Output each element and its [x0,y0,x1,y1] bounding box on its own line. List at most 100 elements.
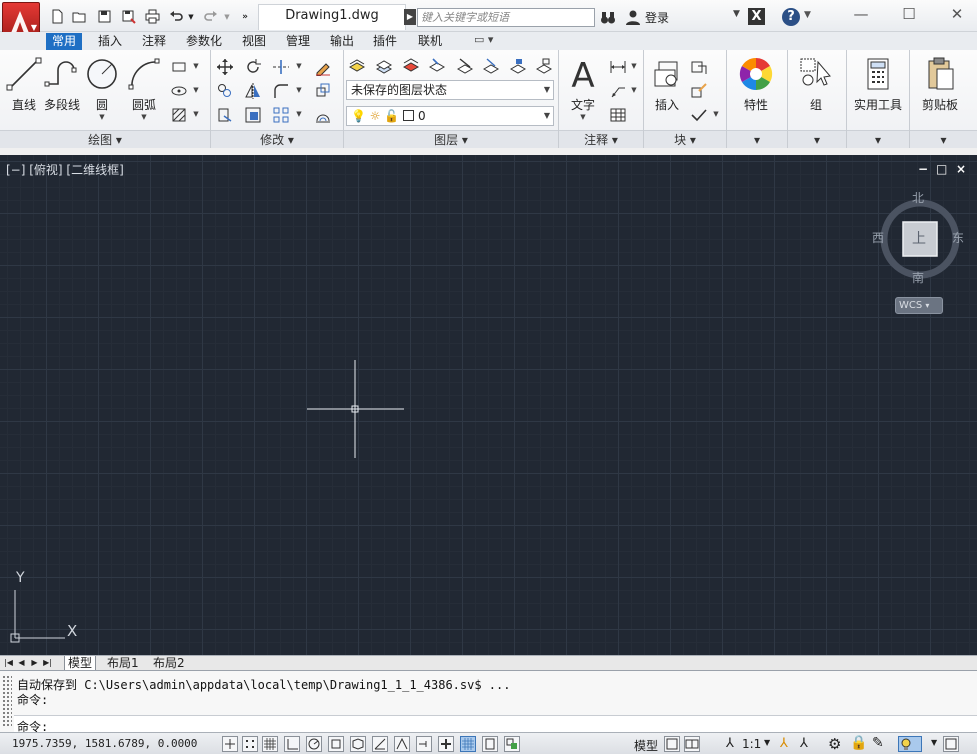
model-space-button[interactable]: 模型 [634,737,658,754]
leader-dropdown[interactable]: ▼ [630,80,638,100]
first-tab-button[interactable]: |◀ [3,657,14,669]
tab-output[interactable]: 输出 [324,33,360,50]
ellipse-dropdown[interactable]: ▼ [192,80,200,100]
save-as-button[interactable] [119,8,137,25]
coordinate-readout[interactable]: 1975.7359, 1581.6789, 0.0000 [12,737,197,750]
annotation-panel-title[interactable]: 注释 ▾ [559,130,643,148]
viewport-close-button[interactable]: × [956,162,966,176]
scale-button[interactable] [242,104,264,124]
search-expand-button[interactable]: ▶ [404,9,416,25]
compass-north-label[interactable]: 北 [912,189,924,206]
rectangle-button[interactable] [168,56,190,76]
properties-button[interactable]: 特性 [732,54,780,126]
explode-button[interactable] [312,80,334,100]
dimension-button[interactable] [607,56,629,76]
compass-west-label[interactable]: 西 [872,229,884,246]
rotate-button[interactable] [242,56,264,76]
exchange-apps-icon[interactable]: X [748,8,765,25]
save-button[interactable] [95,8,113,25]
fillet-dropdown[interactable]: ▼ [295,80,303,100]
open-file-button[interactable] [70,8,88,25]
tab-layout1[interactable]: 布局1 [104,656,142,671]
text-button[interactable]: A 文字 ▼ [561,54,605,126]
move-button[interactable] [214,56,236,76]
table-button[interactable] [607,104,629,124]
edit-block-button[interactable] [688,80,710,100]
clean-screen-button[interactable] [943,736,959,752]
group-button[interactable]: 组 [794,54,838,126]
grid-display-toggle[interactable] [262,736,278,752]
close-window-button[interactable]: ✕ [942,4,972,24]
3d-object-snap-toggle[interactable] [350,736,366,752]
boundary-button[interactable] [168,104,190,124]
clipboard-button[interactable]: 剪贴板 [916,54,964,126]
hatch-dropdown[interactable]: ▼ [192,104,200,124]
chevron-down-icon[interactable]: ▼ [931,738,937,747]
annotation-scale-select[interactable]: 1:1 [742,737,761,751]
circle-button[interactable]: 圆 ▼ [80,54,124,126]
tab-model[interactable]: 模型 [64,656,97,671]
quick-view-layouts-button[interactable] [664,736,680,752]
tab-home[interactable]: 常用 [46,33,83,50]
chevron-down-icon[interactable]: ▼ [804,10,811,20]
command-input[interactable]: 命令: [14,715,977,734]
arc-button[interactable]: 圆弧 ▼ [122,54,166,126]
command-window-grip[interactable] [2,675,12,727]
annotation-visibility-icon[interactable]: ⅄ [780,736,788,751]
dynamic-ucs-toggle[interactable] [394,736,410,752]
ortho-mode-toggle[interactable] [284,736,300,752]
copy-button[interactable] [214,80,236,100]
modify-panel-title[interactable]: 修改 ▾ [211,130,343,148]
undo-dropdown[interactable]: ▼ [186,8,196,25]
insert-block-button[interactable]: 插入 [645,54,689,126]
layer-off-button[interactable] [454,55,476,75]
workspace-gear-icon[interactable]: ⚙ [828,735,841,753]
ribbon-minimize-toggle[interactable]: ▭ ▾ [474,33,493,46]
annotation-scale-icon[interactable]: ⅄ [726,736,734,751]
object-snap-tracking-toggle[interactable] [372,736,388,752]
viewport-controls-label[interactable]: [−] [俯视] [二维线框] [6,161,124,178]
isolate-objects-button[interactable] [898,736,922,752]
offset-button[interactable] [312,104,334,124]
groups-panel-expand[interactable]: ▾ [788,130,846,148]
layers-panel-title[interactable]: 图层 ▾ [344,130,558,148]
object-snap-toggle[interactable] [328,736,344,752]
leader-button[interactable] [607,80,629,100]
stretch-button[interactable] [214,104,236,124]
utilities-button[interactable]: 实用工具 [852,54,904,126]
chevron-down-icon[interactable]: ▼ [733,9,740,19]
polyline-button[interactable]: 多段线 [40,54,84,126]
layer-state-button[interactable] [373,55,395,75]
transparency-toggle[interactable] [460,736,476,752]
last-tab-button[interactable]: ▶| [42,657,53,669]
layer-isolate-button[interactable] [400,55,422,75]
infer-constraints-toggle[interactable] [222,736,238,752]
draw-panel-title[interactable]: 绘图 ▾ [0,130,210,148]
binoculars-icon[interactable] [600,9,616,25]
drawing-canvas[interactable]: [−] [俯视] [二维线框] − □ × 北 南 东 西 上 WCS ▾ Y … [0,155,977,655]
trim-button[interactable] [270,56,292,76]
next-tab-button[interactable]: ▶ [29,657,40,669]
quick-properties-toggle[interactable] [482,736,498,752]
minimize-button[interactable]: — [846,4,876,24]
layer-properties-button[interactable] [346,55,368,75]
compass-east-label[interactable]: 东 [952,229,964,246]
hardware-acceleration-icon[interactable]: ✎ [872,735,884,751]
layer-match-button[interactable] [426,55,448,75]
auto-scale-icon[interactable]: ⅄ [800,736,808,751]
compass-south-label[interactable]: 南 [912,269,924,286]
viewcube-top-face[interactable]: 上 [912,228,926,248]
tab-view[interactable]: 视图 [236,33,272,50]
wcs-menu-button[interactable]: WCS ▾ [895,297,943,314]
layer-freeze-button[interactable] [480,55,502,75]
tab-plugins[interactable]: 插件 [367,33,403,50]
tab-parametric[interactable]: 参数化 [180,33,228,50]
utilities-panel-expand[interactable]: ▾ [847,130,909,148]
mirror-button[interactable] [242,80,264,100]
array-dropdown[interactable]: ▼ [295,104,303,124]
tab-online[interactable]: 联机 [412,33,448,50]
layer-unlock-button[interactable] [533,55,555,75]
layer-lock-button[interactable] [507,55,529,75]
print-button[interactable] [143,8,161,25]
lineweight-toggle[interactable] [438,736,454,752]
